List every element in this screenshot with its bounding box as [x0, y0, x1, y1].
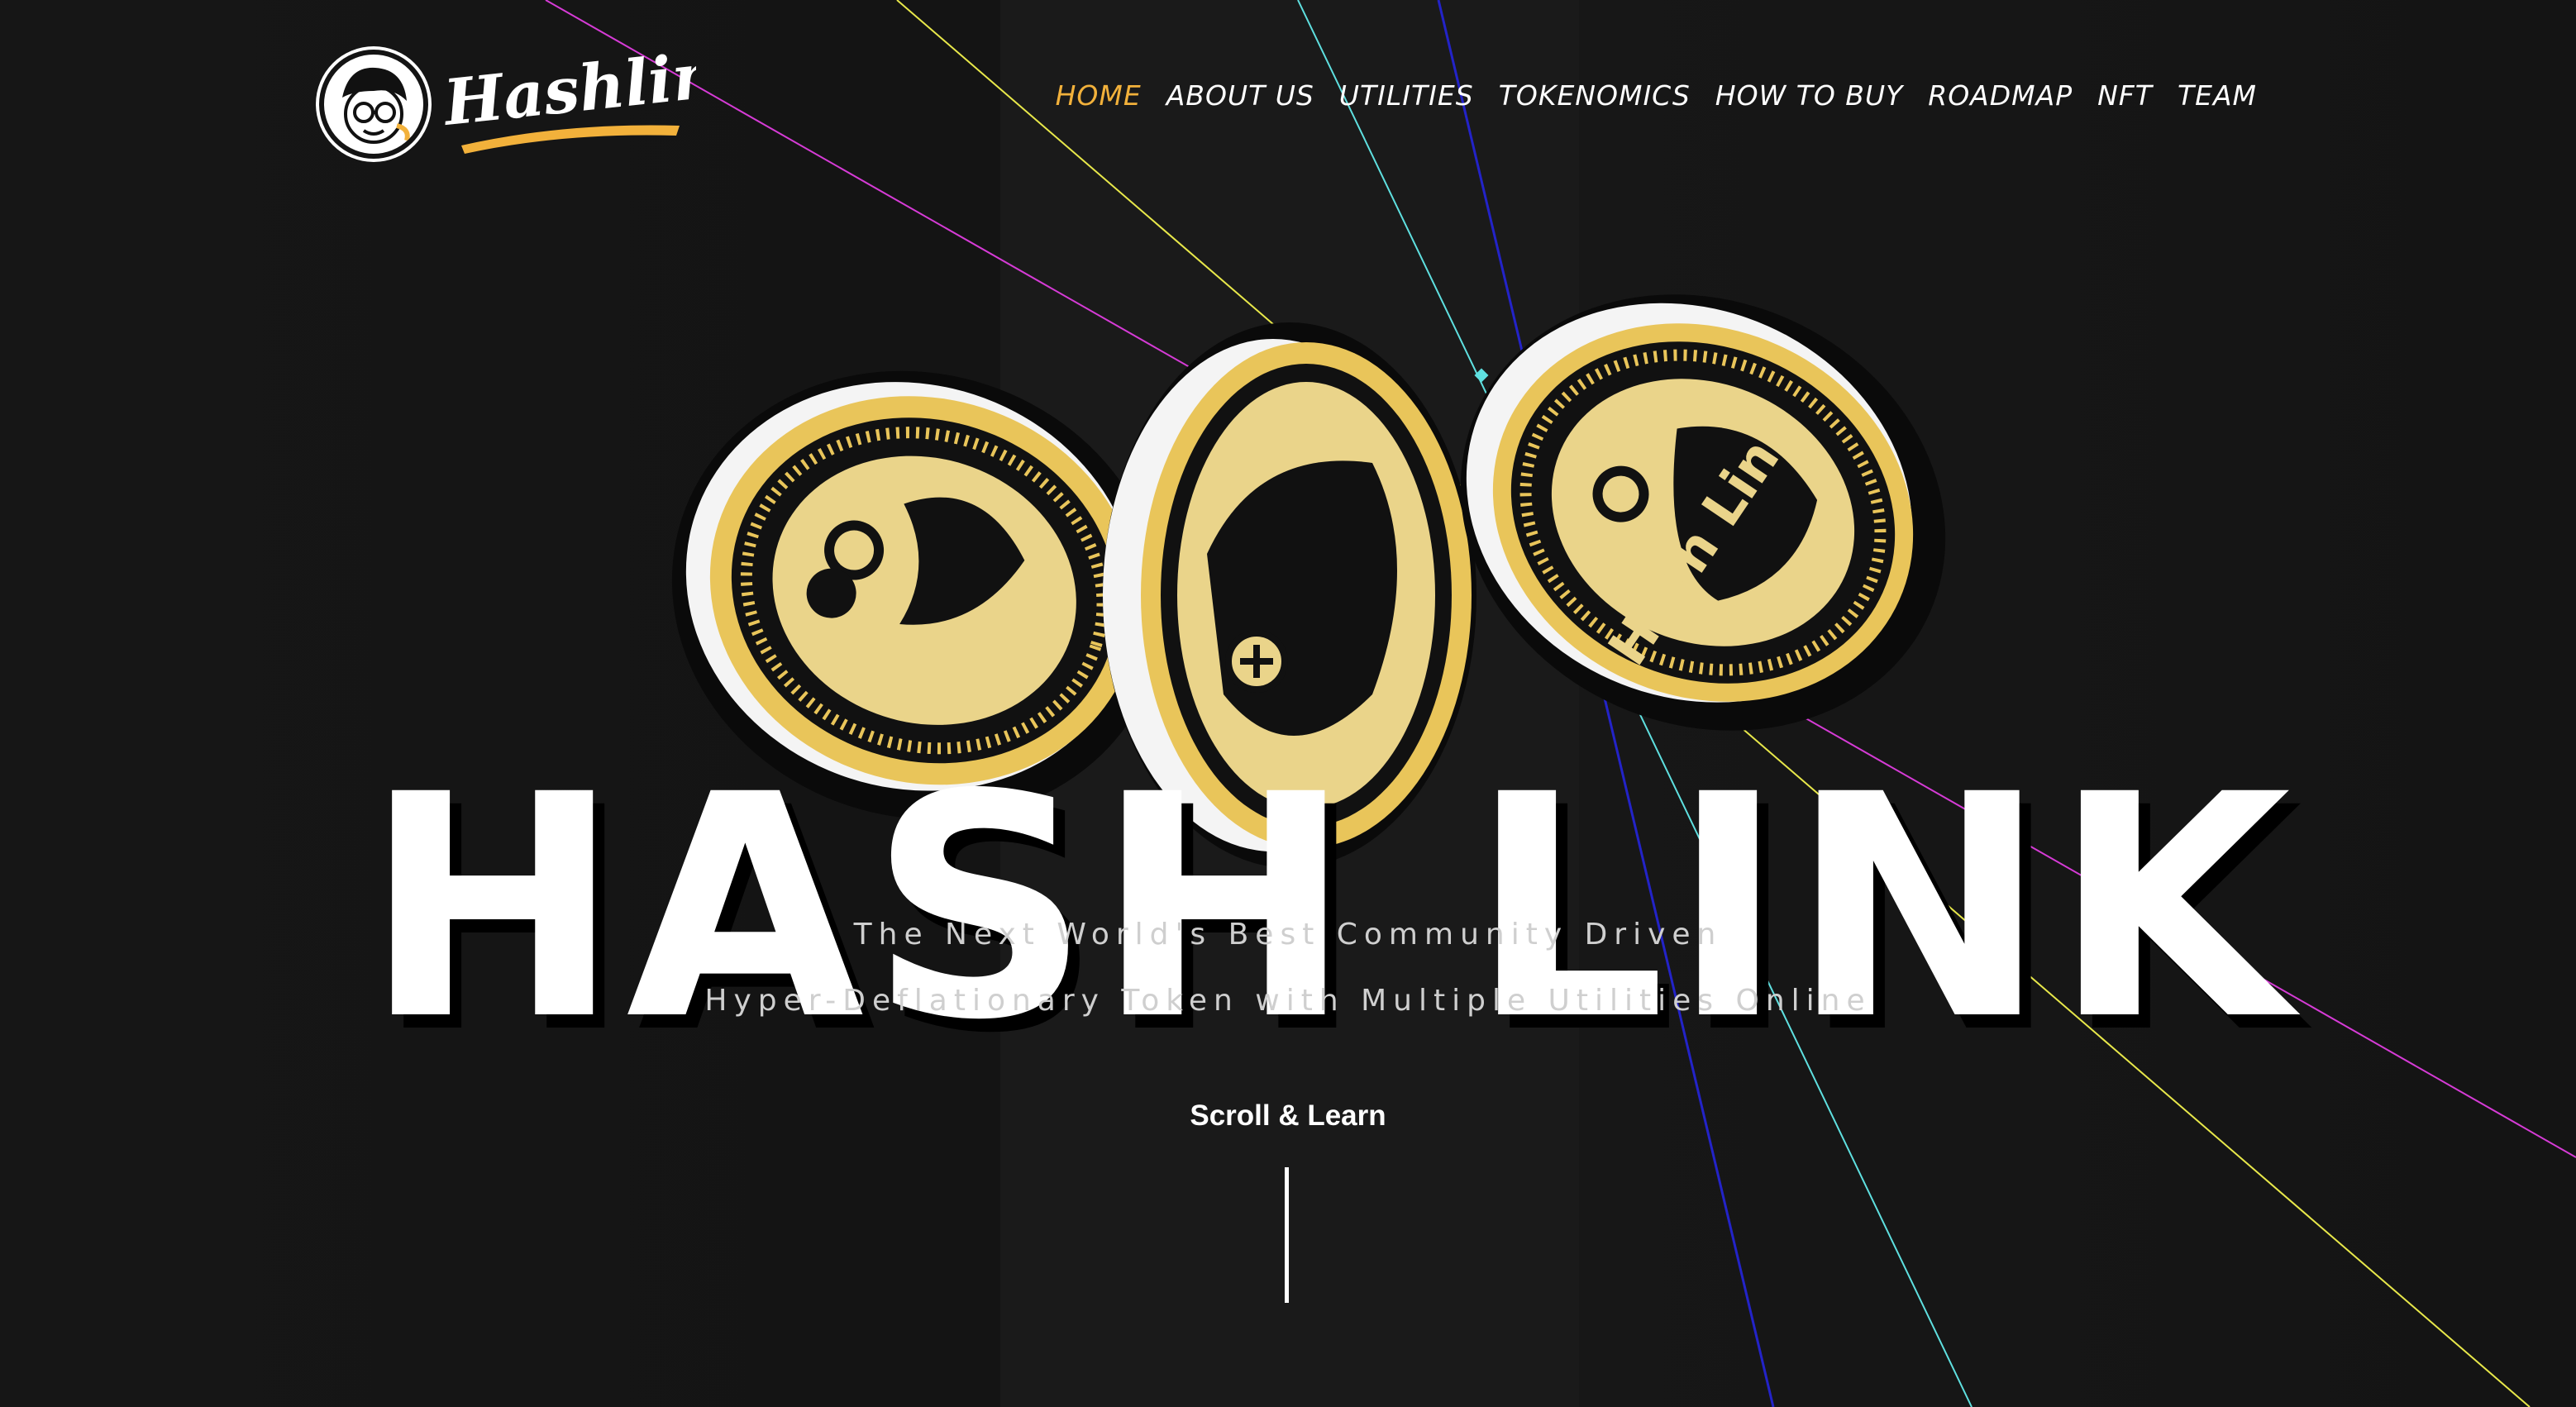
- main-navigation: HOME ABOUT US UTILITIES TOKENOMICS HOW T…: [1056, 79, 2257, 112]
- hero-tagline-line1: The Next World's Best Community Driven: [853, 918, 1723, 952]
- mascot-avatar-icon: [319, 50, 428, 159]
- hero-title: HASH LINK: [364, 729, 2297, 1088]
- coin-right-icon: Hash Link: [1460, 294, 1946, 731]
- nav-home[interactable]: HOME: [1056, 79, 1142, 112]
- brand-logo[interactable]: Hashlink: [319, 33, 765, 159]
- nav-team[interactable]: TEAM: [2178, 79, 2257, 112]
- nav-how-to-buy[interactable]: HOW TO BUY: [1715, 79, 1903, 112]
- logo-wordmark-text: Hashlink: [440, 43, 696, 140]
- scroll-indicator-line: [1285, 1167, 1289, 1303]
- scroll-and-learn-link[interactable]: Scroll & Learn: [1123, 1099, 1453, 1133]
- nav-nft[interactable]: NFT: [2097, 79, 2153, 112]
- site-header: Hashlink HOME ABOUT US UTILITIES TOKENOM…: [0, 0, 2576, 198]
- logo-wordmark: Hashlink: [439, 33, 765, 159]
- nav-roadmap[interactable]: ROADMAP: [1928, 79, 2073, 112]
- nav-utilities[interactable]: UTILITIES: [1339, 79, 1474, 112]
- nav-tokenomics[interactable]: TOKENOMICS: [1499, 79, 1691, 112]
- hero-tagline-line2: Hyper-Deflationary Token with Multiple U…: [704, 984, 1872, 1018]
- nav-about-us[interactable]: ABOUT US: [1166, 79, 1314, 112]
